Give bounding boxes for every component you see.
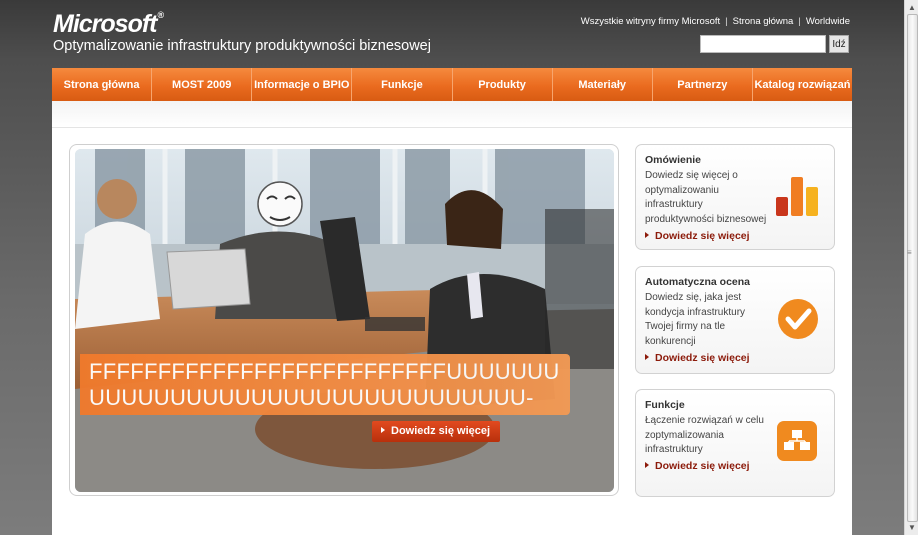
nav-item-features[interactable]: Funkcje — [352, 68, 453, 101]
card-learn-more-link[interactable]: Dowiedz się więcej — [645, 352, 750, 364]
hero-photo[interactable]: FFFFFFFFFFFFFFFFFFFFFFFFFFUUUUUUU UUUUUU… — [75, 149, 614, 492]
link-all-microsoft-sites[interactable]: Wszystkie witryny firmy Microsoft — [581, 16, 720, 27]
link-worldwide[interactable]: Worldwide — [806, 16, 850, 27]
nav-item-bpio-info[interactable]: Informacje o BPIO — [252, 68, 353, 101]
office-meeting-image — [75, 149, 614, 492]
scrollbar-thumb[interactable] — [907, 14, 918, 522]
nav-item-partners[interactable]: Partnerzy — [653, 68, 753, 101]
card-title: Omówienie — [645, 154, 702, 166]
main-nav: Strona główna MOST 2009 Informacje o BPI… — [52, 68, 852, 101]
scroll-down-arrow-icon[interactable]: ▼ — [908, 523, 916, 532]
card-features: Funkcje Łączenie rozwiązań w celu zoptym… — [635, 389, 835, 497]
vertical-scrollbar[interactable]: ▲ ≡ ▼ — [904, 0, 918, 535]
sub-nav-stripe — [52, 101, 852, 128]
nav-item-solution-catalog[interactable]: Katalog rozwiązań — [753, 68, 852, 101]
hero-panel: FFFFFFFFFFFFFFFFFFFFFFFFFFUUUUUUU UUUUUU… — [69, 144, 619, 496]
blocks-icon — [777, 421, 817, 461]
top-links: Wszystkie witryny firmy Microsoft | Strona… — [581, 16, 850, 27]
hero-banner-text: FFFFFFFFFFFFFFFFFFFFFFFFFFUUUUUUU UUUUUU… — [89, 359, 560, 410]
search-input[interactable] — [700, 35, 826, 53]
page: Microsoft® Optymalizowanie infrastruktur… — [0, 0, 904, 535]
arrow-right-icon — [645, 354, 649, 361]
arrow-right-icon — [381, 427, 385, 434]
site-subtitle: Optymalizowanie infrastruktury produktyw… — [53, 38, 431, 54]
card-learn-more-link[interactable]: Dowiedz się więcej — [645, 460, 750, 472]
card-title: Automatyczna ocena — [645, 276, 751, 288]
scrollbar-grip-icon: ≡ — [907, 248, 912, 257]
scroll-up-arrow-icon[interactable]: ▲ — [908, 3, 916, 12]
nav-item-most-2009[interactable]: MOST 2009 — [152, 68, 253, 101]
hero-learn-more-button[interactable]: Dowiedz się więcej — [372, 421, 501, 442]
card-title: Funkcje — [645, 399, 685, 411]
card-learn-more-link[interactable]: Dowiedz się więcej — [645, 230, 750, 242]
hero-learn-more-label: Dowiedz się więcej — [391, 425, 491, 437]
checkmark-icon — [778, 299, 818, 339]
card-automatic-assessment: Automatyczna ocena Dowiedz się, jaka jes… — [635, 266, 835, 374]
bar-chart-icon — [776, 177, 818, 216]
search-button[interactable]: Idź — [829, 35, 849, 53]
card-description: Dowiedz się, jaka jest kondycja infrastr… — [645, 292, 746, 347]
card-overview: Omówienie Dowiedz się więcej o optymaliz… — [635, 144, 835, 250]
microsoft-logo[interactable]: Microsoft® — [53, 10, 164, 39]
arrow-right-icon — [645, 462, 649, 469]
link-separator: | — [798, 16, 801, 27]
card-description: Dowiedz się więcej o optymalizowaniu inf… — [645, 170, 767, 225]
nav-item-home[interactable]: Strona główna — [52, 68, 153, 101]
arrow-right-icon — [645, 232, 649, 239]
card-description: Łączenie rozwiązań w celu zoptymalizowan… — [645, 415, 764, 455]
link-home[interactable]: Strona główna — [733, 16, 794, 27]
nav-item-products[interactable]: Produkty — [453, 68, 553, 101]
link-separator: | — [725, 16, 728, 27]
hero-banner: FFFFFFFFFFFFFFFFFFFFFFFFFFUUUUUUU UUUUUU… — [80, 354, 570, 415]
nav-item-materials[interactable]: Materiały — [553, 68, 653, 101]
main-container: Strona główna MOST 2009 Informacje o BPI… — [52, 68, 852, 535]
